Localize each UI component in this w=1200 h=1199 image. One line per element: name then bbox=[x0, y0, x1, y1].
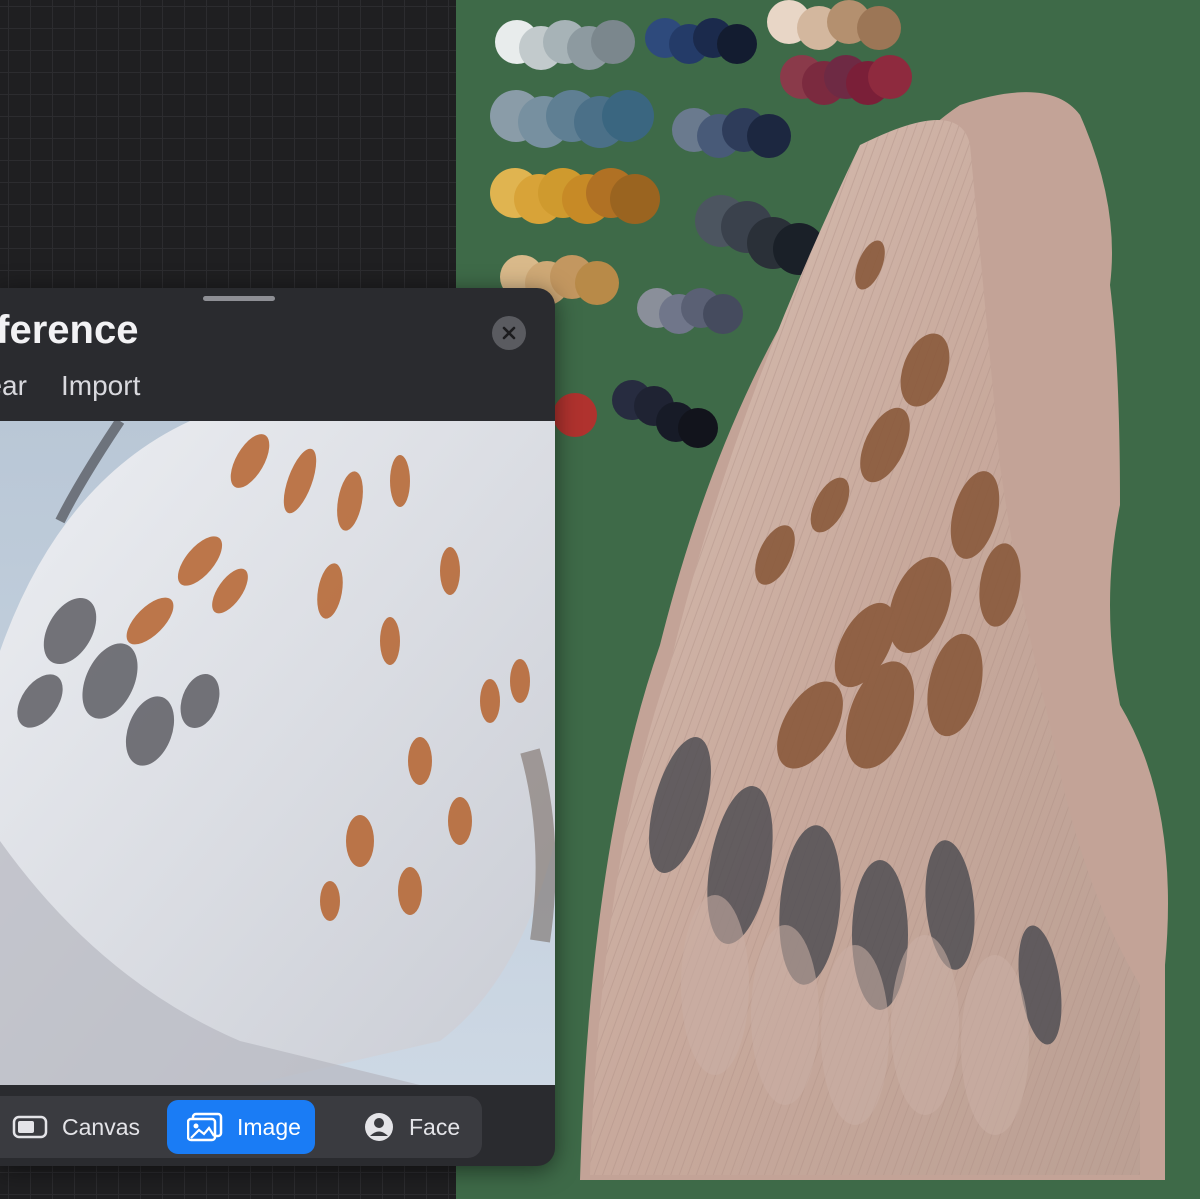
tab-canvas-label: Canvas bbox=[62, 1113, 140, 1140]
tab-face-label: Face bbox=[409, 1113, 461, 1140]
reference-panel[interactable]: Reference Clear Import bbox=[0, 288, 555, 1166]
panel-drag-handle[interactable] bbox=[203, 296, 275, 301]
image-icon bbox=[187, 1112, 223, 1142]
tab-image[interactable]: Image bbox=[167, 1100, 315, 1154]
color-swatch bbox=[591, 20, 635, 64]
tab-image-label: Image bbox=[237, 1113, 301, 1140]
color-swatch bbox=[717, 24, 757, 64]
panel-title: Reference bbox=[0, 308, 139, 352]
close-icon[interactable] bbox=[492, 316, 526, 350]
tab-face[interactable]: Face bbox=[363, 1100, 468, 1154]
import-button[interactable]: Import bbox=[61, 370, 140, 402]
face-icon bbox=[365, 1113, 393, 1141]
canvas-icon bbox=[12, 1115, 48, 1139]
tab-canvas[interactable]: Canvas bbox=[12, 1100, 148, 1154]
color-swatch bbox=[857, 6, 901, 50]
wing-painting bbox=[580, 92, 1168, 1180]
reference-mode-tabbar: Canvas Image Face bbox=[0, 1096, 482, 1158]
clear-button[interactable]: Clear bbox=[0, 370, 27, 402]
reference-image[interactable] bbox=[0, 421, 555, 1085]
